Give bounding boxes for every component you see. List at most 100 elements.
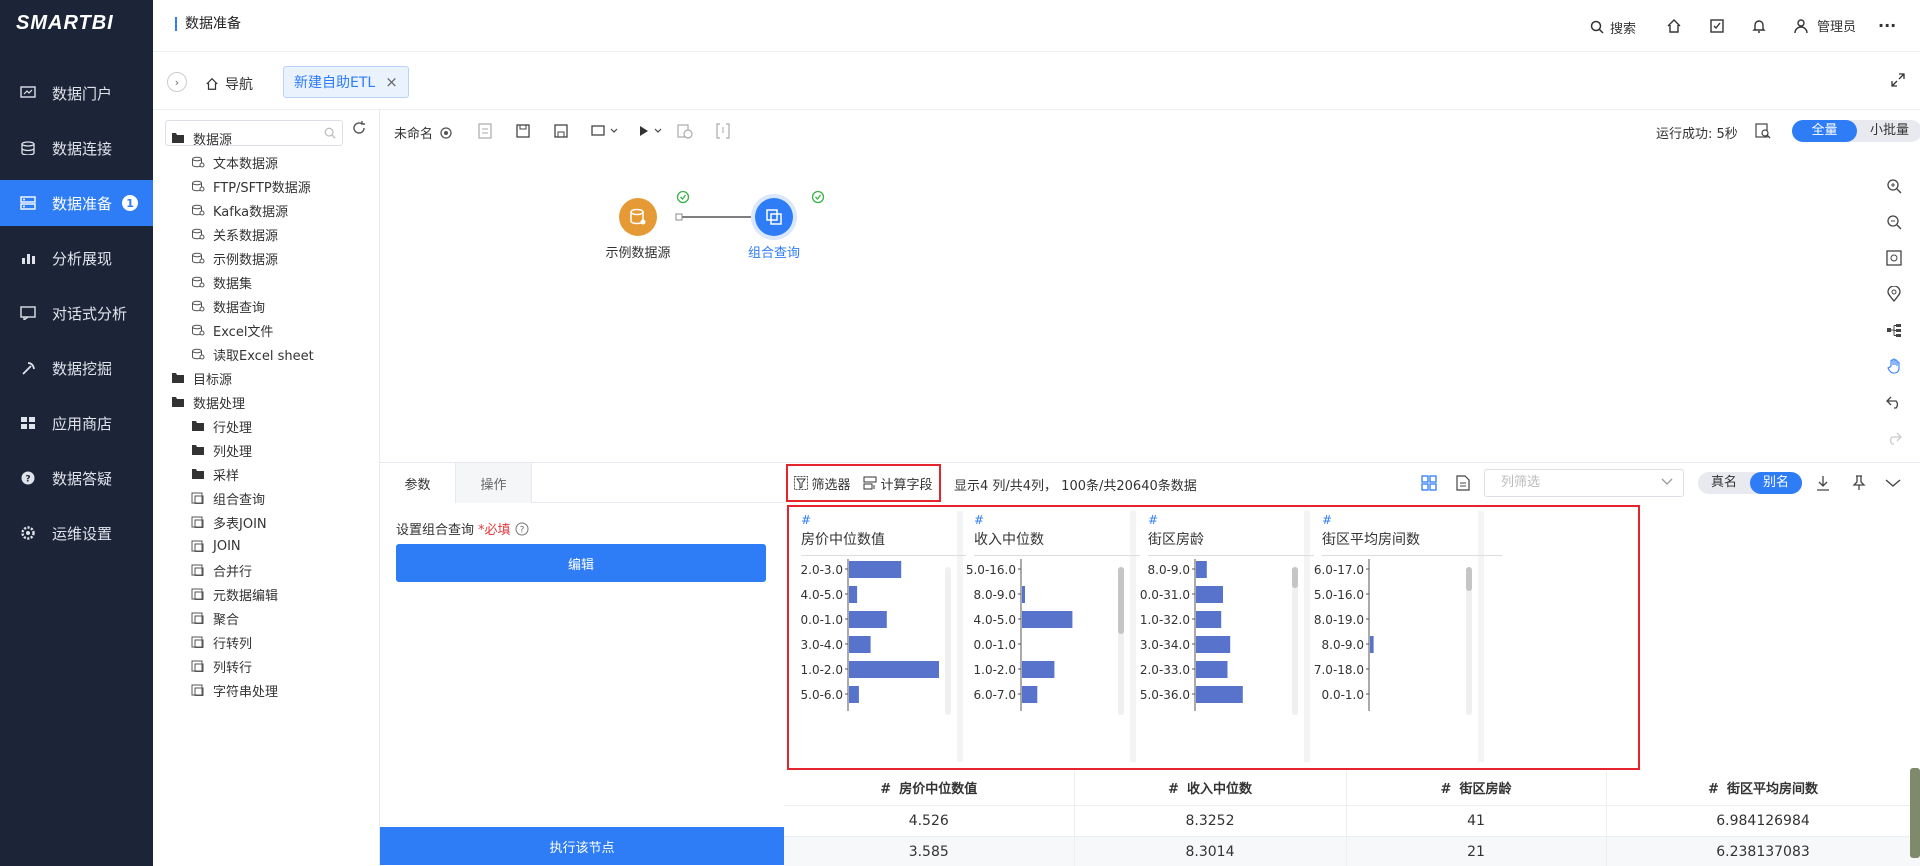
sidebar-item-0[interactable]: 数据门户 xyxy=(0,70,153,116)
histogram-bar[interactable] xyxy=(1196,561,1207,578)
layout-tree-icon[interactable] xyxy=(1878,312,1910,348)
tree-item[interactable]: JOIN xyxy=(191,534,241,558)
scrollbar-thumb[interactable] xyxy=(1118,567,1124,634)
tree-item[interactable]: 数据查询 xyxy=(191,294,265,318)
more-icon[interactable]: ··· xyxy=(1878,16,1896,35)
mode-all-option[interactable]: 全量 xyxy=(1792,120,1857,142)
tree-item[interactable]: 字符串处理 xyxy=(191,678,278,702)
tab-home[interactable]: 导航 xyxy=(205,74,253,94)
tree-item[interactable]: 数据集 xyxy=(191,270,252,294)
scrollbar-thumb[interactable] xyxy=(1292,567,1298,588)
column-filter-select[interactable]: 列筛选 xyxy=(1484,469,1684,497)
schedule-icon[interactable] xyxy=(676,122,694,140)
table-cell[interactable]: 6.238137083 xyxy=(1606,836,1920,866)
column-profile-card[interactable]: # 街区平均房间数 16.0-17.0 15.0-16.0 18.0-19.0 8.0-9… xyxy=(1314,511,1502,762)
bell-icon[interactable] xyxy=(1750,17,1768,35)
close-icon[interactable]: × xyxy=(385,73,398,91)
expand-sidebar-button[interactable]: › xyxy=(167,72,187,92)
tree-item[interactable]: 行转列 xyxy=(191,630,252,654)
tree-item[interactable]: 行处理 xyxy=(191,414,252,438)
table-cell[interactable]: 8.3014 xyxy=(1074,836,1347,866)
column-header[interactable]: # 街区房龄 xyxy=(1346,771,1607,806)
histogram-bar[interactable] xyxy=(1370,636,1374,653)
sidebar-item-8[interactable]: 运维设置 xyxy=(0,510,153,556)
table-cell[interactable]: 3.585 xyxy=(784,836,1075,866)
tree-item[interactable]: 合并行 xyxy=(191,558,252,582)
calc-field-button[interactable]: 计算字段 xyxy=(863,474,933,493)
tree-item[interactable]: 多表JOIN xyxy=(191,510,267,534)
column-profile-card[interactable]: # 收入中位数 15.0-16.0 8.0-9.0 4.0-5.0 0.0-1.0 1.0-… xyxy=(966,511,1154,762)
node-sample-datasource[interactable]: 示例数据源 xyxy=(593,198,683,261)
tree-item[interactable]: 关系数据源 xyxy=(191,222,278,246)
filter-button[interactable]: 筛选器 xyxy=(794,474,851,493)
column-profile-card[interactable]: # 街区房龄 8.0-9.0 30.0-31.0 31.0-32.0 33.0-34.0 3… xyxy=(1140,511,1328,762)
tree-item[interactable]: 元数据编辑 xyxy=(191,582,278,606)
mode-small-batch-option[interactable]: 小批量 xyxy=(1857,120,1920,142)
refresh-icon[interactable] xyxy=(351,120,367,140)
histogram-bar[interactable] xyxy=(1022,661,1055,678)
run-dropdown-icon[interactable] xyxy=(636,122,666,140)
column-header[interactable]: # 收入中位数 xyxy=(1074,771,1347,806)
sidebar-item-6[interactable]: 应用商店 xyxy=(0,400,153,446)
sidebar-item-3[interactable]: 分析展现 xyxy=(0,235,153,281)
pin-icon[interactable] xyxy=(1850,474,1868,492)
download-icon[interactable] xyxy=(1814,474,1832,492)
histogram-bar[interactable] xyxy=(849,611,887,628)
profile-scrollbar[interactable] xyxy=(1466,567,1472,715)
tree-item[interactable]: 组合查询 xyxy=(191,486,265,510)
sidebar-item-2[interactable]: 数据准备 1 xyxy=(0,180,153,226)
sidebar-item-5[interactable]: 数据挖掘 xyxy=(0,345,153,391)
histogram-bar[interactable] xyxy=(849,686,859,703)
column-header[interactable]: # 房价中位数值 xyxy=(784,771,1075,806)
histogram-bar[interactable] xyxy=(1196,636,1231,653)
locate-icon[interactable] xyxy=(1878,276,1910,312)
tree-item[interactable]: 示例数据源 xyxy=(191,246,278,270)
column-profile-card[interactable]: # 房价中位数值 2.0-3.0 4.0-5.0 0.0-1.0 3.0-4.0 1.0-2… xyxy=(793,511,981,762)
tab-new-etl[interactable]: 新建自助ETL × xyxy=(283,66,409,98)
hand-icon[interactable] xyxy=(1878,348,1910,384)
scrollbar-handle[interactable] xyxy=(1910,768,1920,858)
document-icon[interactable] xyxy=(476,122,494,140)
edit-button[interactable]: 编辑 xyxy=(396,544,766,582)
histogram-bar[interactable] xyxy=(1196,686,1243,703)
log-search-icon[interactable] xyxy=(1754,122,1772,140)
table-cell[interactable]: 8.3252 xyxy=(1074,805,1347,837)
profile-view-icon[interactable] xyxy=(1420,474,1438,492)
table-cell[interactable]: 4.526 xyxy=(784,805,1075,837)
table-cell[interactable]: 6.984126984 xyxy=(1606,805,1920,837)
tree-group[interactable]: 数据处理 xyxy=(171,390,245,414)
histogram-bar[interactable] xyxy=(1196,661,1228,678)
undo-icon[interactable] xyxy=(1878,384,1910,420)
fit-view-icon[interactable] xyxy=(1878,240,1910,276)
tree-item[interactable]: Kafka数据源 xyxy=(191,198,288,222)
histogram-bar[interactable] xyxy=(849,586,858,603)
home-icon[interactable] xyxy=(1665,17,1683,35)
tree-item[interactable]: Excel文件 xyxy=(191,318,273,342)
export-icon[interactable] xyxy=(714,122,732,140)
histogram-bar[interactable] xyxy=(1022,611,1073,628)
save-icon[interactable] xyxy=(514,122,532,140)
tree-group[interactable]: 数据源 xyxy=(171,126,232,150)
scrollbar-thumb[interactable] xyxy=(1466,567,1472,591)
profile-scrollbar[interactable] xyxy=(1292,567,1298,715)
sidebar-item-7[interactable]: ? 数据答疑 xyxy=(0,455,153,501)
histogram-bar[interactable] xyxy=(849,561,902,578)
tree-item[interactable]: 聚合 xyxy=(191,606,239,630)
tab-params[interactable]: 参数 xyxy=(380,463,456,503)
histogram-bar[interactable] xyxy=(1196,586,1223,603)
histogram-bar[interactable] xyxy=(1196,611,1222,628)
table-cell[interactable]: 41 xyxy=(1346,805,1607,837)
histogram-bar[interactable] xyxy=(1022,586,1025,603)
tree-item[interactable]: 文本数据源 xyxy=(191,150,278,174)
table-cell[interactable]: 21 xyxy=(1346,836,1607,866)
sidebar-item-1[interactable]: 数据连接 xyxy=(0,125,153,171)
tab-operations[interactable]: 操作 xyxy=(456,463,532,503)
tree-item[interactable]: 采样 xyxy=(191,462,239,486)
chevron-down-icon[interactable] xyxy=(1884,474,1902,492)
profile-scrollbar[interactable] xyxy=(945,567,951,715)
tree-group[interactable]: 目标源 xyxy=(171,366,232,390)
search-button[interactable]: 搜索 xyxy=(1573,14,1653,40)
task-icon[interactable] xyxy=(1708,17,1726,35)
histogram-bar[interactable] xyxy=(849,661,939,678)
profile-scrollbar[interactable] xyxy=(1118,567,1124,715)
